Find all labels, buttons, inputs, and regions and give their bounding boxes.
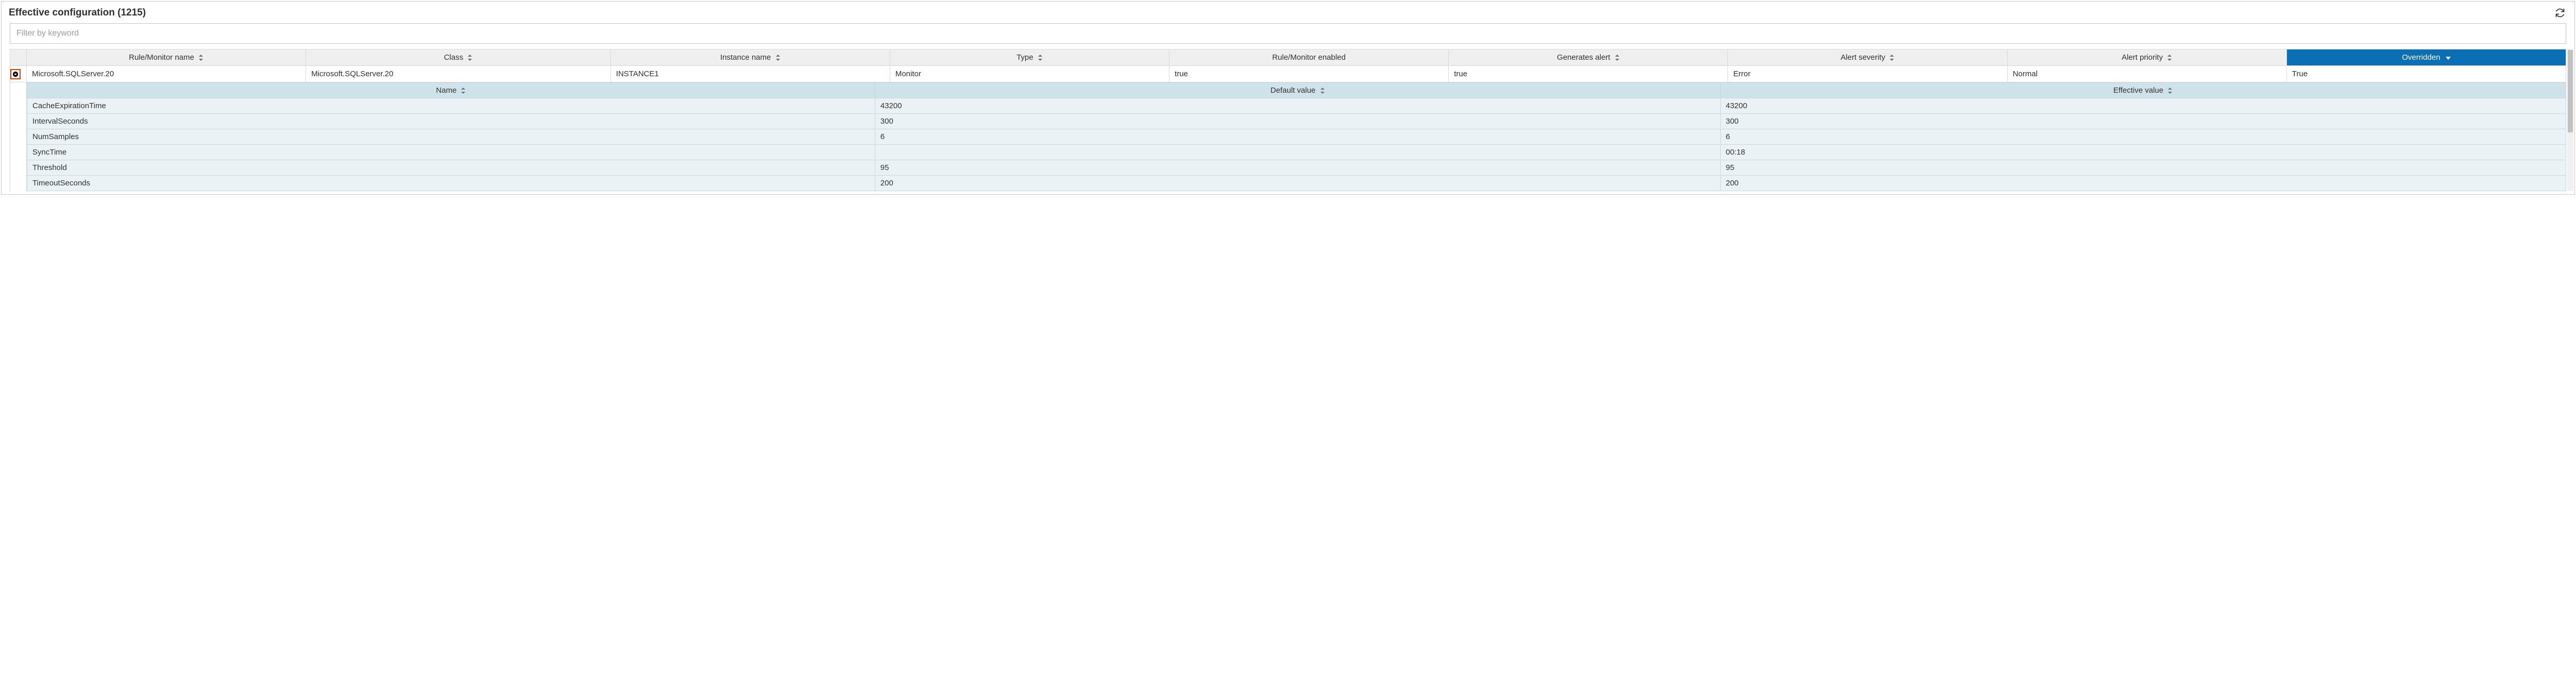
detail-col-default-label: Default value [1270,86,1316,95]
table-header-row: Rule/Monitor name Class Instance name [10,49,2566,66]
cell-class: Microsoft.SQLServer.20 [306,66,611,82]
col-instance-name[interactable]: Instance name [611,49,890,66]
cell-rule-monitor-name: Microsoft.SQLServer.20 [27,66,306,82]
detail-cell-name: IntervalSeconds [27,114,875,129]
filter-input[interactable] [10,23,2566,44]
col-alert-severity[interactable]: Alert severity [1728,49,2007,66]
detail-cell-name: TimeoutSeconds [27,176,875,191]
col-overridden-label: Overridden [2402,53,2440,62]
detail-row: Name Default value [10,82,2566,192]
col-alert-priority[interactable]: Alert priority [2007,49,2286,66]
col-type[interactable]: Type [890,49,1169,66]
detail-col-name[interactable]: Name [27,83,875,98]
detail-cell-default: 95 [875,160,1720,176]
col-generates-alert[interactable]: Generates alert [1449,49,1728,66]
detail-table-row: Threshold9595 [27,160,2566,176]
sort-icon [1615,55,1620,61]
detail-table-row: NumSamples66 [27,129,2566,145]
col-severity-label: Alert severity [1841,53,1886,62]
detail-cell-effective: 43200 [1720,98,2566,114]
detail-cell-effective: 6 [1720,129,2566,145]
detail-cell-default: 43200 [875,98,1720,114]
sort-icon [198,55,204,61]
panel-header: Effective configuration (1215) [2,2,2574,23]
detail-col-effective-label: Effective value [2113,86,2163,95]
detail-table: Name Default value [27,82,2566,191]
detail-cell-default [875,145,1720,160]
detail-cell-default: 6 [875,129,1720,145]
col-enabled-label: Rule/Monitor enabled [1272,53,1346,62]
col-instance-label: Instance name [720,53,771,62]
detail-cell-default: 300 [875,114,1720,129]
detail-col-default-value[interactable]: Default value [875,83,1720,98]
col-rule-monitor-enabled[interactable]: Rule/Monitor enabled [1170,49,1449,66]
row-expander[interactable] [10,69,21,79]
col-rule-monitor-name[interactable]: Rule/Monitor name [27,49,306,66]
sort-icon [1320,88,1325,94]
detail-cell-name: NumSamples [27,129,875,145]
sort-icon [2167,55,2172,61]
panel-title: Effective configuration (1215) [9,7,146,19]
vertical-scrollbar[interactable] [2567,49,2573,191]
configuration-table: Rule/Monitor name Class Instance name [10,49,2566,191]
chevron-down-icon [12,71,19,77]
detail-cell-effective: 95 [1720,160,2566,176]
detail-cell-effective: 200 [1720,176,2566,191]
detail-cell-default: 200 [875,176,1720,191]
col-class[interactable]: Class [306,49,611,66]
effective-configuration-panel: Effective configuration (1215) [1,1,2575,195]
sort-icon [461,88,466,94]
detail-cell-effective: 300 [1720,114,2566,129]
sort-icon [2167,88,2173,94]
detail-col-effective-value[interactable]: Effective value [1720,83,2566,98]
detail-table-row: SyncTime 00:18 [27,145,2566,160]
sort-icon [467,55,472,61]
detail-header-row: Name Default value [27,83,2566,98]
cell-type: Monitor [890,66,1169,82]
scrollbar-thumb[interactable] [2568,50,2573,132]
col-type-label: Type [1016,53,1033,62]
col-expander-header [10,49,27,66]
detail-table-row: CacheExpirationTime4320043200 [27,98,2566,114]
detail-cell-effective: 00:18 [1720,145,2566,160]
sort-icon [775,55,781,61]
cell-generates-alert: true [1449,66,1728,82]
refresh-button[interactable] [2553,6,2567,20]
sort-icon [1889,55,1894,61]
filter-bar [2,23,2574,49]
detail-cell-name: Threshold [27,160,875,176]
col-priority-label: Alert priority [2122,53,2163,62]
refresh-icon [2555,8,2565,18]
detail-table-row: IntervalSeconds300300 [27,114,2566,129]
sort-descending-icon [2446,53,2451,62]
detail-col-name-label: Name [436,86,456,95]
detail-cell-name: SyncTime [27,145,875,160]
col-rule-monitor-name-label: Rule/Monitor name [129,53,194,62]
col-class-label: Class [444,53,464,62]
detail-table-row: TimeoutSeconds200200 [27,176,2566,191]
cell-enabled: true [1170,66,1449,82]
detail-cell-name: CacheExpirationTime [27,98,875,114]
cell-instance-name: INSTANCE1 [611,66,890,82]
col-overridden[interactable]: Overridden [2286,49,2566,66]
sort-icon [1038,55,1043,61]
row-expander-cell[interactable] [10,66,27,82]
table-row[interactable]: Microsoft.SQLServer.20 Microsoft.SQLServ… [10,66,2566,82]
cell-overridden: True [2286,66,2566,82]
col-generates-alert-label: Generates alert [1557,53,1610,62]
cell-alert-severity: Error [1728,66,2007,82]
cell-alert-priority: Normal [2007,66,2286,82]
